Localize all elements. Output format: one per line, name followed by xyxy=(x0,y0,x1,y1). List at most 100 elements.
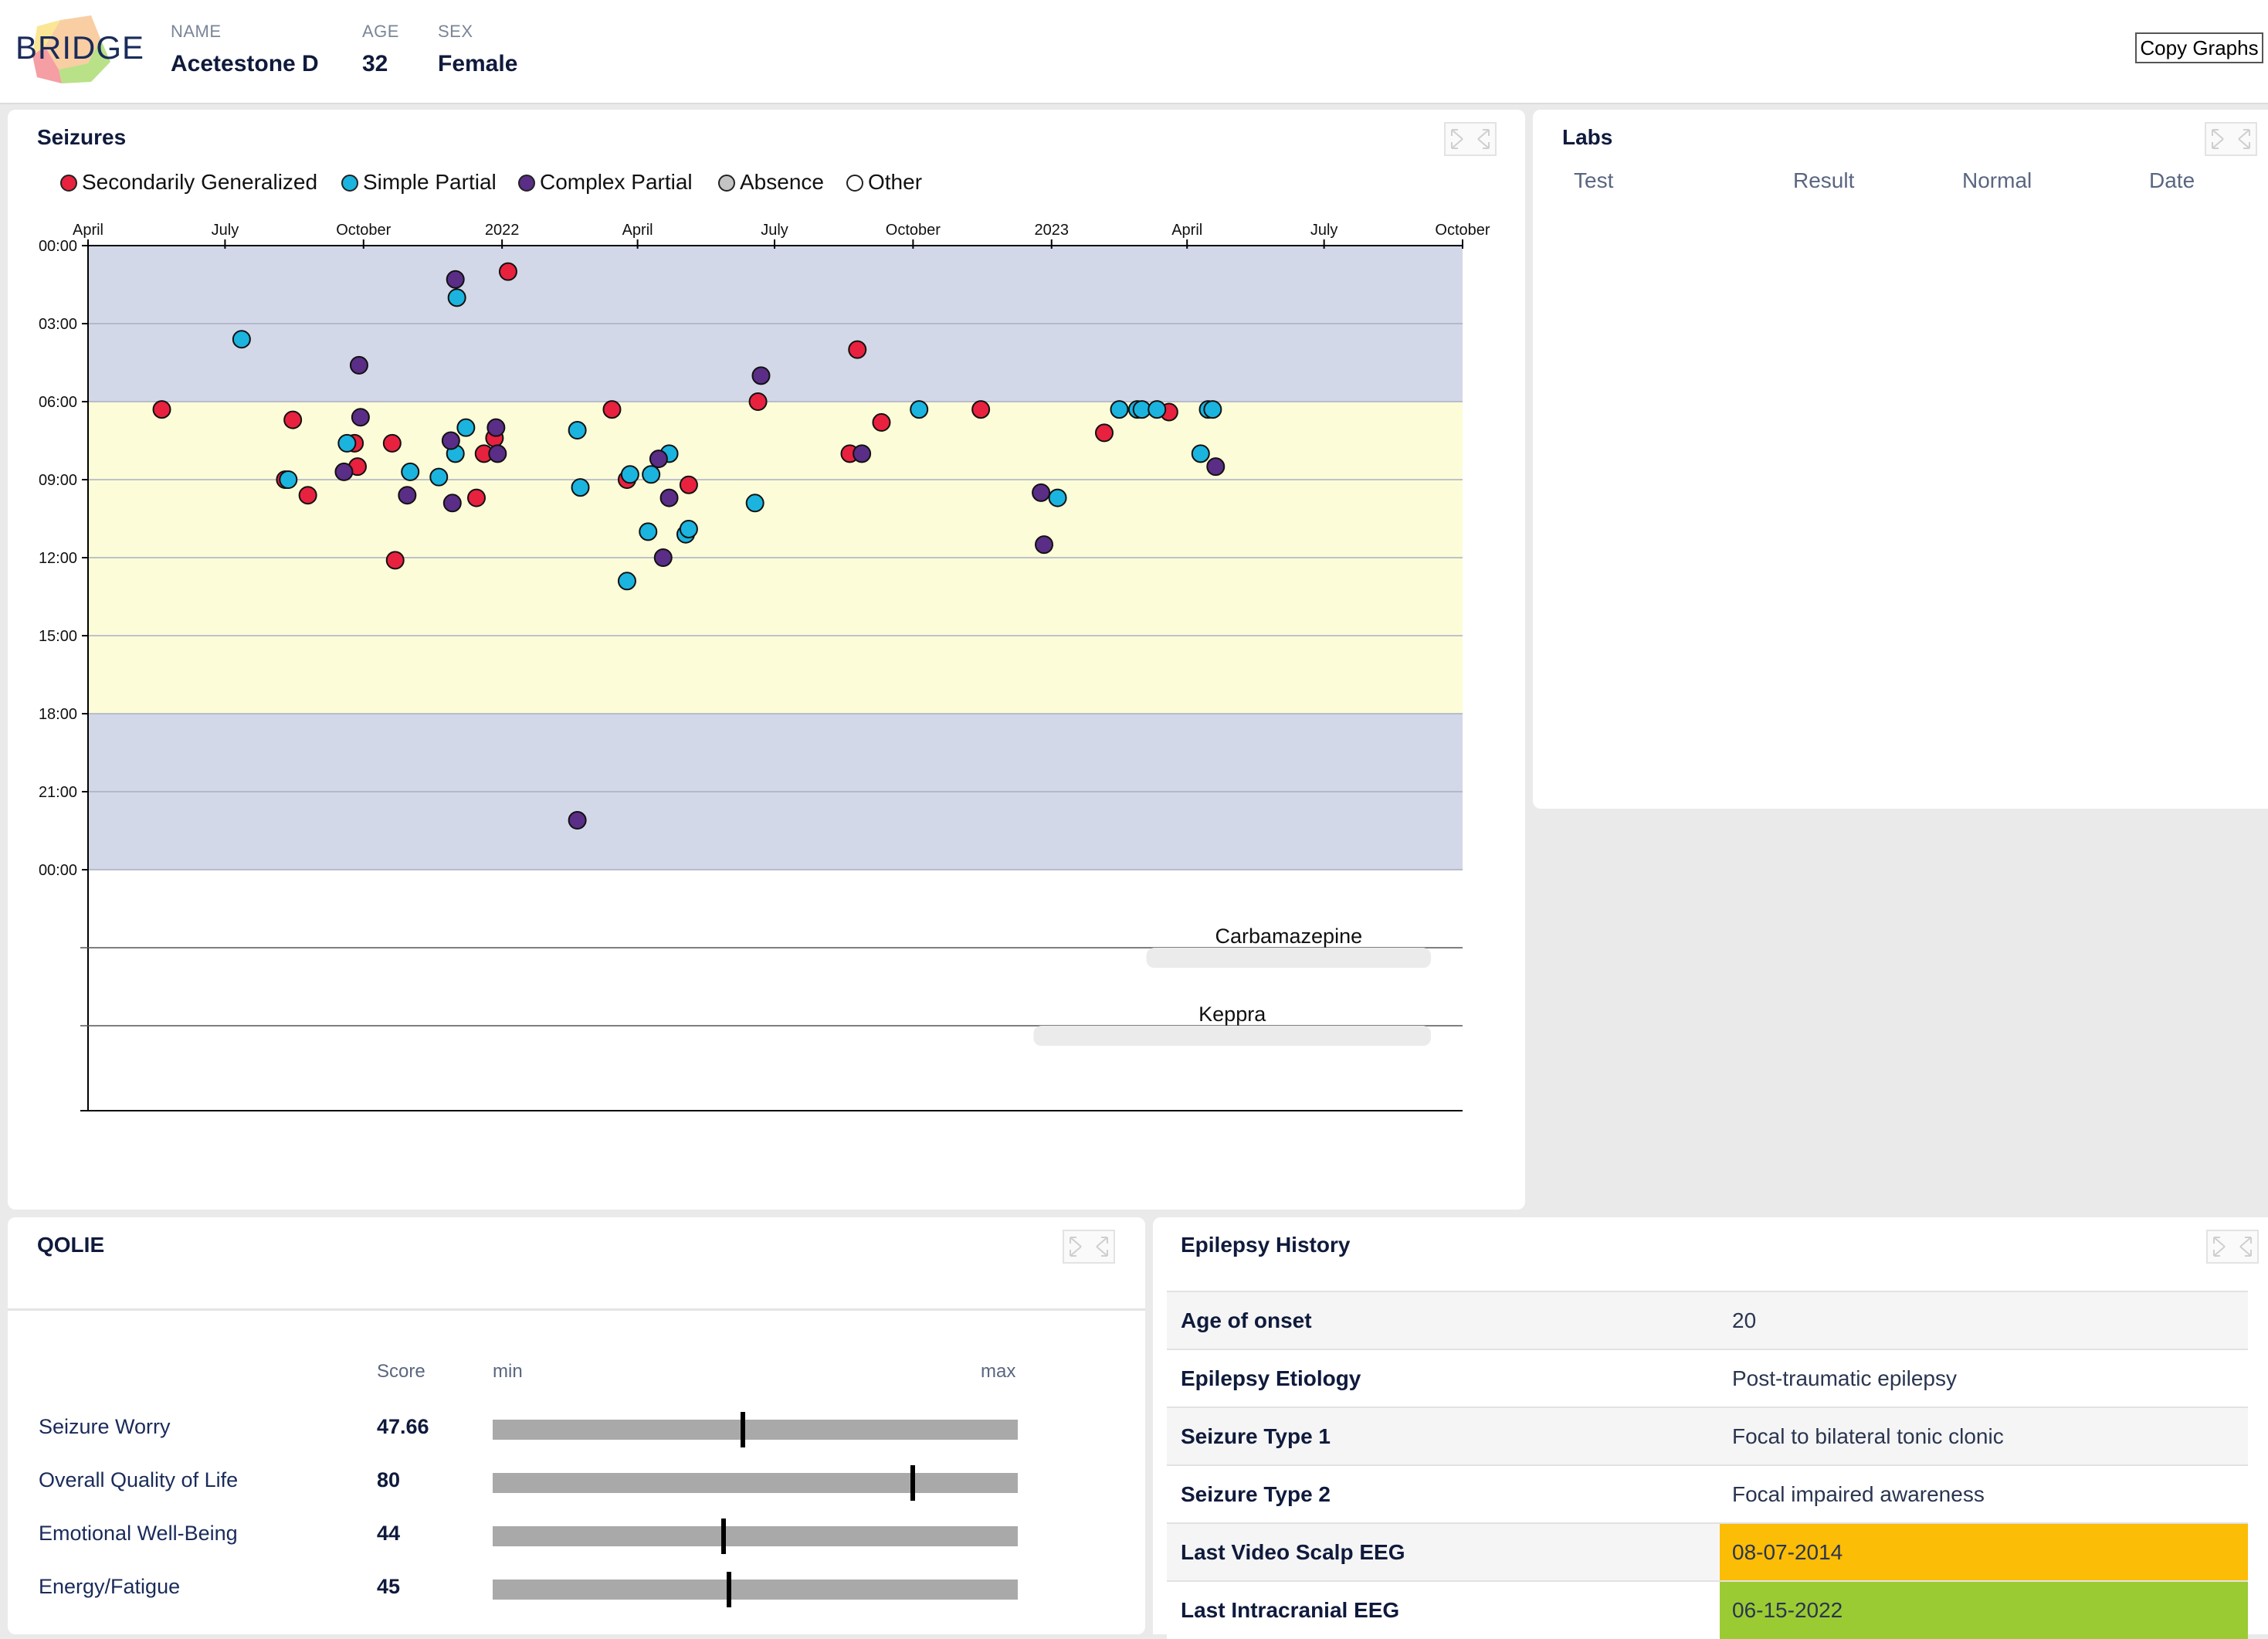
medication-label: Carbamazepine xyxy=(1215,925,1363,948)
seizure-point xyxy=(642,465,661,484)
history-key: Last Intracranial EEG xyxy=(1181,1598,1400,1622)
history-key: Seizure Type 1 xyxy=(1181,1424,1331,1448)
labs-col-result[interactable]: Result xyxy=(1793,168,1854,193)
qolie-panel: QOLIE Score min max Seizure Worry 47.66 … xyxy=(8,1217,1145,1634)
legend-item[interactable]: Secondarily Generalized xyxy=(60,170,317,195)
legend-item[interactable]: Complex Partial xyxy=(518,170,693,195)
x-tick-label: 2022 xyxy=(485,222,520,239)
seizure-point xyxy=(446,270,465,289)
qolie-row: Emotional Well-Being 44 xyxy=(8,1519,1145,1568)
qolie-row: Overall Quality of Life 80 xyxy=(8,1465,1145,1515)
x-tick-label: July xyxy=(1310,222,1338,239)
qolie-score-marker xyxy=(741,1412,746,1447)
seizure-point xyxy=(279,470,298,489)
qolie-row-label: Energy/Fatigue xyxy=(39,1575,181,1598)
y-tick-label: 00:00 xyxy=(39,862,77,879)
seizure-point xyxy=(488,444,507,463)
legend-label: Secondarily Generalized xyxy=(82,170,318,194)
labs-title: Labs xyxy=(1562,125,1613,149)
qolie-score-marker xyxy=(727,1572,731,1607)
x-tick-label: April xyxy=(622,222,653,239)
legend-item[interactable]: Other xyxy=(846,170,922,195)
seizure-point xyxy=(649,450,668,469)
legend-swatch xyxy=(60,175,77,192)
labs-col-normal[interactable]: Normal xyxy=(1962,168,2032,193)
seizure-point xyxy=(848,340,867,359)
seizure-point xyxy=(283,410,303,429)
seizure-point xyxy=(442,494,462,513)
name-label: NAME xyxy=(171,22,222,41)
seizure-point xyxy=(1032,483,1051,502)
expand-icon[interactable] xyxy=(2206,1230,2259,1264)
seizure-point xyxy=(679,475,698,494)
seizure-point xyxy=(1191,444,1210,463)
seizure-point xyxy=(639,522,658,541)
history-value: 06-15-2022 xyxy=(1720,1581,2248,1639)
patient-name-field: NAME Acetestone D xyxy=(171,22,319,77)
y-tick-label: 15:00 xyxy=(39,628,77,645)
history-key: Epilepsy Etiology xyxy=(1181,1366,1361,1390)
seizure-point xyxy=(620,465,639,484)
labs-col-test[interactable]: Test xyxy=(1574,168,1613,193)
qolie-row-score: 80 xyxy=(377,1468,401,1491)
expand-icon[interactable] xyxy=(2205,122,2257,156)
seizure-point xyxy=(568,421,587,440)
qolie-divider xyxy=(8,1308,1145,1311)
labs-panel: Labs Test Result Normal Date xyxy=(1533,110,2268,809)
seizure-point xyxy=(745,494,764,513)
seizures-panel: Seizures Secondarily Generalized Simple … xyxy=(8,110,1525,1210)
x-tick-label: April xyxy=(73,222,103,239)
x-tick-label: July xyxy=(212,222,239,239)
seizure-point xyxy=(1148,400,1167,419)
seizure-point xyxy=(872,412,891,432)
qolie-row-label: Emotional Well-Being xyxy=(39,1522,238,1545)
x-tick-label: July xyxy=(761,222,788,239)
age-label: AGE xyxy=(362,22,399,41)
qolie-max-label: max xyxy=(981,1361,1016,1382)
y-tick-label: 06:00 xyxy=(39,394,77,411)
seizure-point xyxy=(1110,400,1129,419)
seizure-point xyxy=(441,431,460,450)
qolie-row: Energy/Fatigue 45 xyxy=(8,1572,1145,1621)
seizure-point xyxy=(152,400,171,419)
qolie-row: Seizure Worry 47.66 xyxy=(8,1412,1145,1461)
legend-item[interactable]: Simple Partial xyxy=(341,170,497,195)
seizure-point xyxy=(653,548,673,567)
history-value: Focal impaired awareness xyxy=(1732,1481,1985,1506)
seizure-point xyxy=(659,488,679,507)
qolie-range-bar xyxy=(493,1465,1018,1501)
qolie-min-label: min xyxy=(493,1361,523,1382)
seizure-point xyxy=(1035,535,1054,555)
history-key: Last Video Scalp EEG xyxy=(1181,1539,1405,1564)
patient-age: 32 xyxy=(362,51,388,76)
seizure-point xyxy=(351,408,370,427)
seizure-point xyxy=(349,355,368,375)
seizure-point xyxy=(1048,488,1067,507)
legend-label: Complex Partial xyxy=(540,170,693,194)
epilepsy-history-panel: Epilepsy History Age of onset 20 Epileps… xyxy=(1153,1217,2268,1639)
qolie-row-label: Overall Quality of Life xyxy=(39,1468,239,1491)
labs-col-date[interactable]: Date xyxy=(2149,168,2195,193)
legend-label: Absence xyxy=(740,170,824,194)
qolie-score-marker xyxy=(721,1519,727,1554)
medication-bar xyxy=(1033,1026,1432,1046)
expand-icon[interactable] xyxy=(1063,1230,1115,1264)
seizure-point xyxy=(467,488,486,507)
seizure-point xyxy=(679,519,698,538)
expand-icon[interactable] xyxy=(1444,122,1497,156)
seizure-point xyxy=(571,478,590,497)
seizure-point xyxy=(398,486,417,505)
seizure-point xyxy=(486,418,506,437)
y-tick-label: 00:00 xyxy=(39,238,77,255)
logo-text: BRIDGE xyxy=(15,29,145,66)
medication-bar xyxy=(1146,948,1432,968)
seizure-point xyxy=(853,444,872,463)
seizure-point xyxy=(1203,400,1222,419)
seizure-point xyxy=(1094,423,1114,443)
y-tick-label: 12:00 xyxy=(39,550,77,567)
legend-item[interactable]: Absence xyxy=(718,170,824,195)
copy-graphs-button[interactable]: Copy Graphs xyxy=(2135,32,2263,63)
qolie-row-score: 47.66 xyxy=(377,1415,429,1438)
x-tick-label: October xyxy=(336,222,391,239)
seizure-point xyxy=(568,811,587,830)
